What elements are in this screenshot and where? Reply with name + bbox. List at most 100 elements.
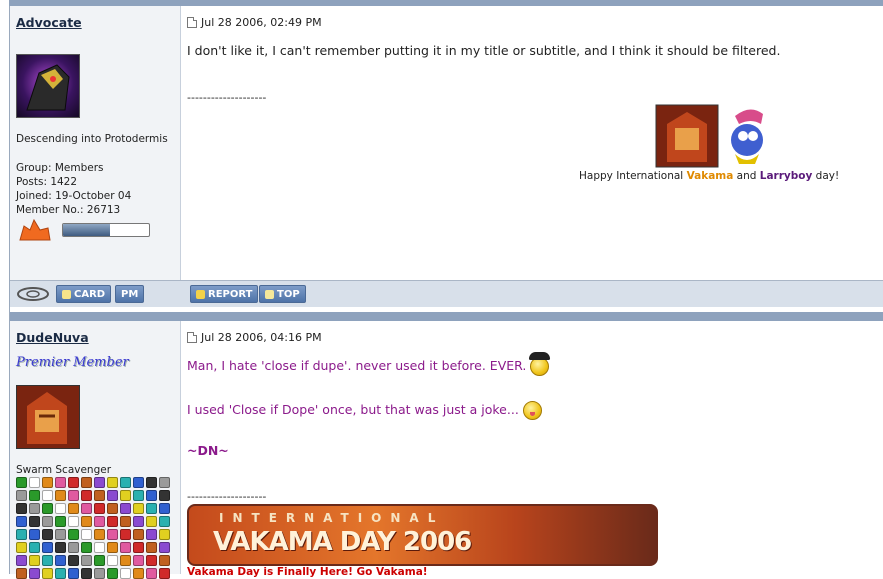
badge-icon bbox=[120, 516, 131, 527]
badge-icon bbox=[159, 542, 170, 553]
badge-icon bbox=[120, 555, 131, 566]
signature-text-intro: Happy International bbox=[579, 170, 687, 182]
author-name[interactable]: DudeNuva bbox=[16, 330, 89, 345]
signature-text: Happy International Vakama and Larryboy … bbox=[579, 170, 839, 182]
offline-status-icon bbox=[17, 287, 49, 301]
badge-icon bbox=[42, 516, 53, 527]
document-icon bbox=[187, 332, 197, 343]
post-content: Jul 28 2006, 02:49 PM I don't like it, I… bbox=[181, 6, 883, 280]
badge-icon bbox=[159, 555, 170, 566]
badge-icon bbox=[94, 542, 105, 553]
badge-icon bbox=[16, 516, 27, 527]
badge-grid bbox=[16, 477, 170, 579]
badge-icon bbox=[133, 490, 144, 501]
badge-icon bbox=[16, 529, 27, 540]
member-title: Descending into Protodermis bbox=[16, 133, 168, 145]
badge-icon bbox=[42, 490, 53, 501]
badge-icon bbox=[81, 542, 92, 553]
badge-icon bbox=[146, 542, 157, 553]
author-panel: Advocate Descending into Protodermis Gro… bbox=[10, 6, 181, 280]
badge-icon bbox=[81, 555, 92, 566]
badge-icon bbox=[55, 490, 66, 501]
badge-icon bbox=[29, 490, 40, 501]
badge-icon bbox=[55, 477, 66, 488]
post-date: Jul 28 2006, 04:16 PM bbox=[201, 331, 322, 344]
signature-and: and bbox=[733, 170, 760, 182]
badge-icon bbox=[68, 516, 79, 527]
post-message: I don't like it, I can't remember puttin… bbox=[187, 43, 781, 58]
badge-icon bbox=[55, 542, 66, 553]
member-posts: Posts: 1422 bbox=[16, 176, 78, 188]
badge-icon bbox=[68, 490, 79, 501]
badge-icon bbox=[16, 555, 27, 566]
rank-title: Premier Member bbox=[16, 355, 129, 370]
post-button-bar: CARD PM REPORT TOP bbox=[10, 280, 883, 307]
badge-icon bbox=[159, 529, 170, 540]
badge-icon bbox=[68, 503, 79, 514]
badge-icon bbox=[120, 477, 131, 488]
badge-icon bbox=[107, 529, 118, 540]
card-button[interactable]: CARD bbox=[56, 285, 112, 303]
post-date-line: Jul 28 2006, 04:16 PM bbox=[187, 331, 322, 344]
badge-icon bbox=[146, 503, 157, 514]
badge-icon bbox=[81, 490, 92, 501]
badge-icon bbox=[146, 555, 157, 566]
badge-icon bbox=[133, 529, 144, 540]
badge-icon bbox=[29, 503, 40, 514]
pm-button[interactable]: PM bbox=[115, 285, 145, 303]
badge-icon bbox=[107, 555, 118, 566]
badge-icon bbox=[107, 490, 118, 501]
badge-icon bbox=[68, 529, 79, 540]
badge-icon bbox=[133, 516, 144, 527]
badge-icon bbox=[29, 529, 40, 540]
avatar bbox=[16, 54, 80, 118]
avatar-image bbox=[26, 64, 70, 111]
post-date: Jul 28 2006, 02:49 PM bbox=[201, 16, 322, 29]
banner-top-text: INTERNATIONAL bbox=[219, 511, 445, 525]
badge-icon bbox=[16, 503, 27, 514]
pirate-smiley-icon bbox=[529, 352, 551, 376]
badge-icon bbox=[146, 516, 157, 527]
report-button[interactable]: REPORT bbox=[190, 285, 259, 303]
member-joined: Joined: 19-October 04 bbox=[16, 190, 132, 202]
badge-icon bbox=[120, 490, 131, 501]
badge-icon bbox=[94, 503, 105, 514]
badge-icon bbox=[94, 555, 105, 566]
badge-icon bbox=[146, 477, 157, 488]
post-line-2-text: I used 'Close if Dope' once, but that wa… bbox=[187, 402, 519, 417]
badge-icon bbox=[94, 477, 105, 488]
member-title: Swarm Scavenger bbox=[16, 464, 112, 476]
badge-icon bbox=[68, 477, 79, 488]
arrow-up-icon bbox=[265, 289, 274, 299]
member-number: Member No.: 26713 bbox=[16, 204, 121, 216]
badge-icon bbox=[107, 542, 118, 553]
badge-icon bbox=[42, 555, 53, 566]
user-icon bbox=[62, 289, 71, 299]
badge-icon bbox=[29, 477, 40, 488]
badge-icon bbox=[29, 555, 40, 566]
badge-icon bbox=[16, 477, 27, 488]
avatar-image bbox=[27, 392, 67, 444]
badge-icon bbox=[68, 542, 79, 553]
document-icon bbox=[187, 17, 197, 28]
post-line-3: ~DN~ bbox=[187, 443, 229, 458]
post-date-line: Jul 28 2006, 02:49 PM bbox=[187, 16, 322, 29]
badge-icon bbox=[107, 477, 118, 488]
post-content: Jul 28 2006, 04:16 PM Man, I hate 'close… bbox=[181, 321, 883, 578]
signature-separator: -------------------- bbox=[187, 490, 267, 503]
top-button[interactable]: TOP bbox=[259, 285, 306, 303]
avatar bbox=[16, 385, 80, 449]
badge-icon bbox=[133, 555, 144, 566]
badge-icon bbox=[55, 555, 66, 566]
signature-separator: -------------------- bbox=[187, 91, 267, 104]
badge-icon bbox=[94, 516, 105, 527]
banner-main-text: VAKAMA DAY 2006 bbox=[213, 527, 472, 557]
badge-icon bbox=[29, 516, 40, 527]
post-line-2: I used 'Close if Dope' once, but that wa… bbox=[187, 401, 542, 420]
pm-button-label: PM bbox=[121, 288, 139, 300]
report-button-label: REPORT bbox=[208, 288, 253, 300]
badge-icon bbox=[107, 503, 118, 514]
rank-progress-bar bbox=[62, 223, 150, 237]
badge-icon bbox=[94, 490, 105, 501]
author-name[interactable]: Advocate bbox=[16, 15, 82, 30]
